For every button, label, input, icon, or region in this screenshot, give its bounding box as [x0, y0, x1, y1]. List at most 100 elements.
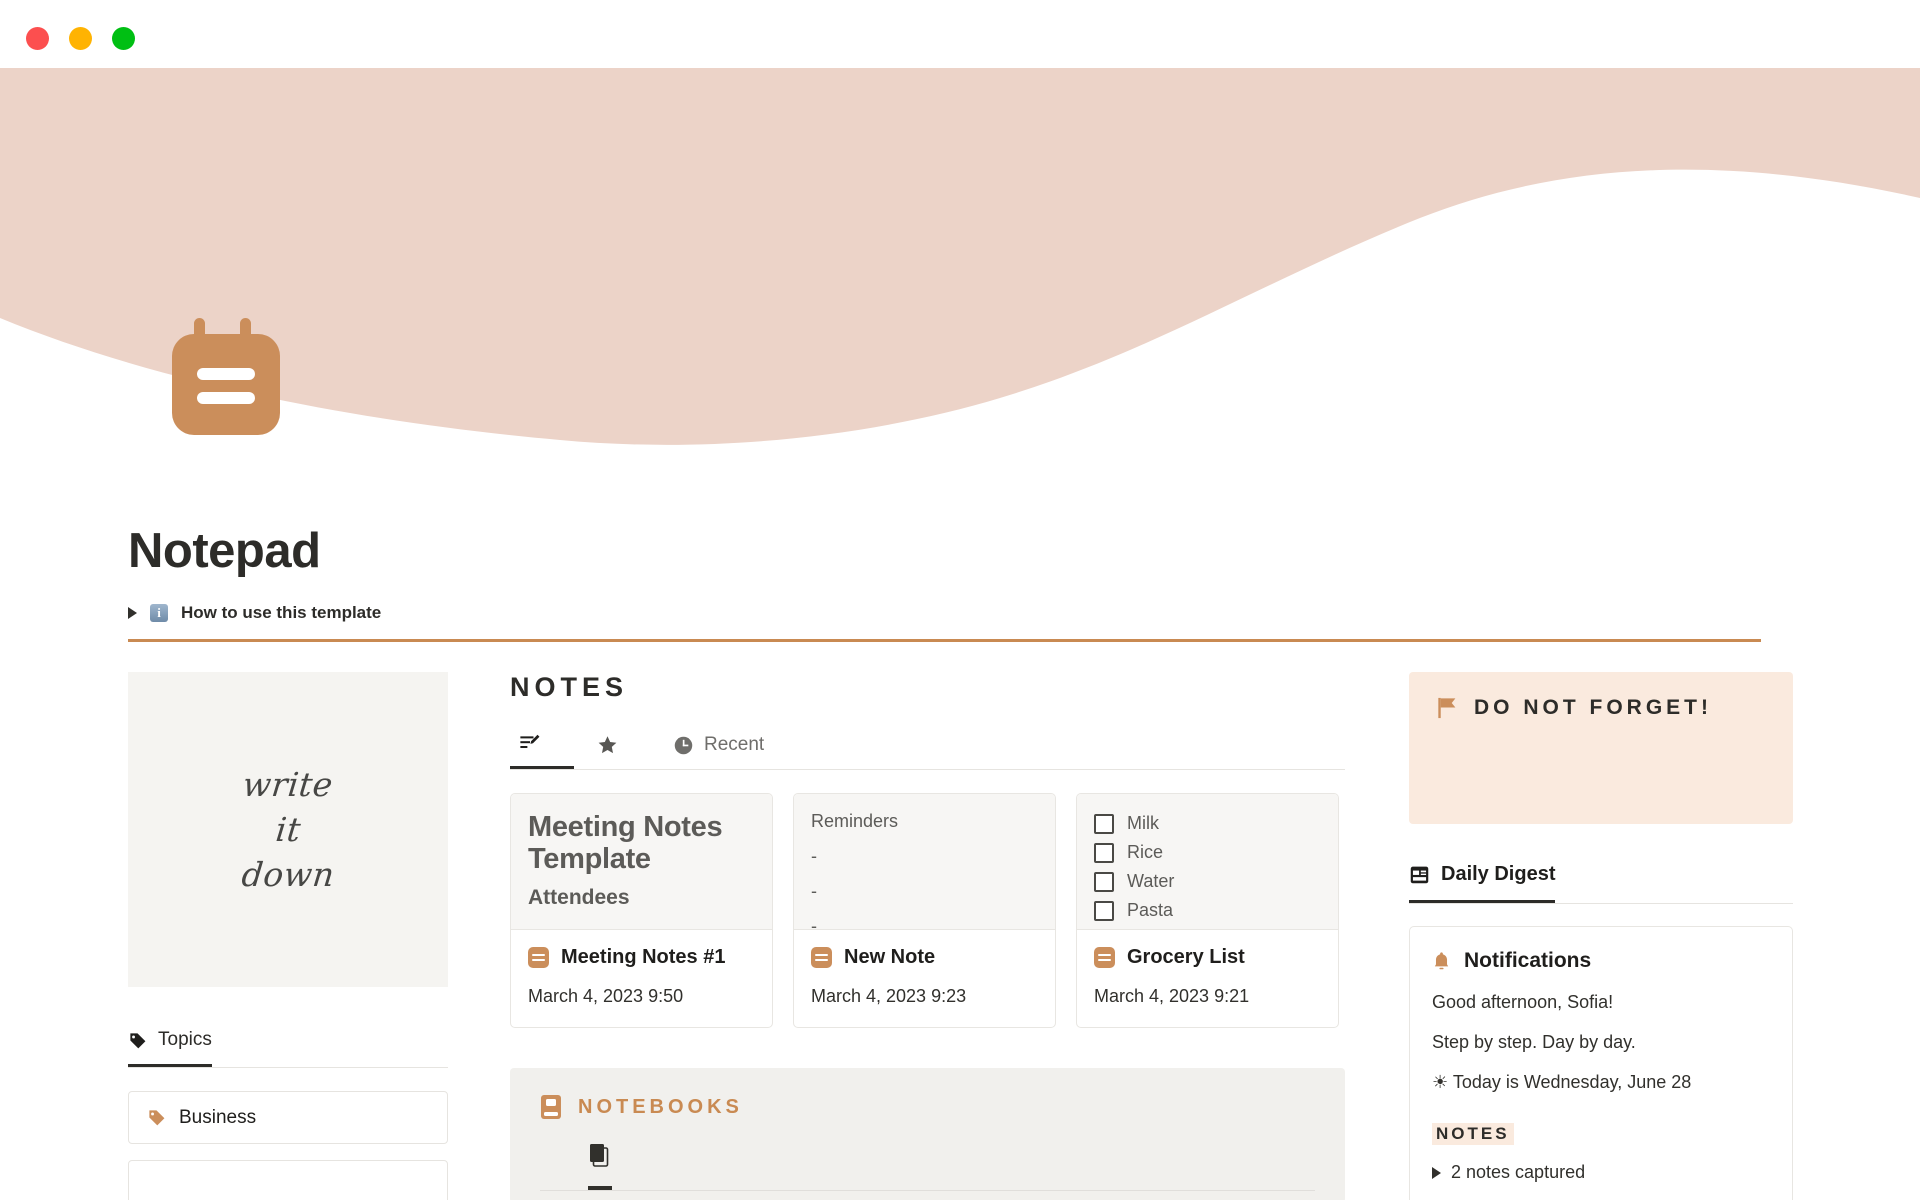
quote-line-1: write [241, 765, 335, 804]
how-to-use-label: How to use this template [181, 602, 382, 622]
note-footer: Grocery List March 4, 2023 9:21 [1077, 930, 1338, 1027]
note-title-row: New Note [811, 946, 1038, 969]
preview-subtitle: Attendees [528, 885, 630, 909]
notes-section-title: NOTES [510, 672, 629, 702]
app-window: Notepad i How to use this template write… [0, 0, 1920, 1200]
topics-tabbar: Topics [128, 1029, 448, 1068]
tab-recent[interactable]: Recent [651, 734, 786, 769]
window-titlebar [0, 0, 1920, 68]
minimize-button[interactable] [69, 27, 92, 50]
do-not-forget-title: DO NOT FORGET! [1474, 696, 1712, 719]
window-controls [26, 27, 135, 50]
notebooks-title: NOTEBOOKS [578, 1095, 743, 1118]
notes-captured-toggle[interactable]: 2 notes captured [1432, 1162, 1770, 1183]
topic-item-business[interactable]: Business [128, 1091, 448, 1144]
note-card[interactable]: Meeting Notes Template Attendees Meeting… [510, 793, 773, 1028]
preview-title: Meeting Notes Template [528, 811, 723, 876]
note-icon [811, 947, 832, 968]
do-not-forget-header: DO NOT FORGET! [1437, 696, 1765, 720]
note-card[interactable]: Reminders - - - New Note March 4, 2023 9… [793, 793, 1056, 1028]
hero-banner [0, 68, 1920, 498]
note-date: March 4, 2023 9:21 [1094, 986, 1250, 1006]
book-icon [541, 1095, 561, 1119]
preview-dash: - [811, 881, 817, 901]
checklist-item[interactable]: Rice [1094, 842, 1321, 863]
digest-tabbar: Daily Digest [1409, 863, 1793, 904]
calendar-icon [1410, 866, 1429, 884]
notebooks-icon [590, 1144, 609, 1167]
tab-daily-digest[interactable]: Daily Digest [1409, 863, 1556, 903]
note-title: Meeting Notes #1 [561, 946, 726, 968]
preview-title: Reminders [811, 811, 899, 831]
clock-icon [674, 736, 693, 754]
note-card[interactable]: Milk Rice Water Pasta Grocery List March… [1076, 793, 1339, 1028]
note-icon [528, 947, 549, 968]
preview-dash: - [811, 846, 817, 866]
maximize-button[interactable] [112, 27, 135, 50]
tab-recent-label: Recent [704, 734, 765, 755]
close-button[interactable] [26, 27, 49, 50]
notification-line: Good afternoon, Sofia! [1432, 992, 1614, 1012]
left-sidebar: write it down Topics Business [128, 672, 448, 1200]
note-footer: Meeting Notes #1 March 4, 2023 9:50 [511, 930, 772, 1027]
triangle-right-icon[interactable] [128, 606, 137, 619]
tab-all-notes[interactable] [510, 732, 574, 769]
note-footer: New Note March 4, 2023 9:23 [794, 930, 1055, 1027]
tab-all-notebooks[interactable] [588, 1143, 612, 1190]
digest-notes-label: NOTES [1432, 1123, 1514, 1145]
do-not-forget-panel: DO NOT FORGET! [1409, 672, 1793, 824]
tab-topics-label: Topics [158, 1029, 212, 1050]
right-sidebar: DO NOT FORGET! Daily Digest Notification… [1409, 672, 1793, 1200]
note-title-row: Meeting Notes #1 [528, 946, 755, 969]
checklist-label: Pasta [1127, 900, 1174, 920]
quote-line-3: down [239, 855, 337, 894]
information-icon: i [150, 603, 168, 622]
note-preview: Milk Rice Water Pasta [1077, 794, 1338, 930]
page-header: Notepad i How to use this template [128, 524, 1628, 623]
topic-label: Business [179, 1106, 257, 1128]
notebooks-tabbar [540, 1143, 1315, 1191]
notes-card-list: Meeting Notes Template Attendees Meeting… [510, 793, 1345, 1028]
preview-dash: - [811, 916, 817, 930]
how-to-use-toggle[interactable]: i How to use this template [128, 603, 1628, 623]
notifications-card: Notifications Good afternoon, Sofia! Ste… [1409, 926, 1793, 1200]
star-icon [598, 736, 617, 754]
page-title: Notepad [128, 524, 321, 578]
note-date: March 4, 2023 9:50 [528, 986, 684, 1006]
checkbox-icon[interactable] [1094, 813, 1114, 834]
notes-captured-label: 2 notes captured [1451, 1162, 1586, 1182]
notifications-title: Notifications [1464, 949, 1592, 972]
notification-line: ☀ Today is Wednesday, June 28 [1432, 1072, 1692, 1092]
checkbox-icon[interactable] [1094, 871, 1114, 892]
checkbox-icon[interactable] [1094, 842, 1114, 863]
checklist-item[interactable]: Pasta [1094, 900, 1321, 921]
note-title-row: Grocery List [1094, 946, 1321, 969]
flag-icon [1438, 697, 1456, 719]
note-preview: Reminders - - - [794, 794, 1055, 930]
topic-item-next[interactable] [128, 1160, 448, 1200]
notebooks-header: NOTEBOOKS [540, 1094, 1315, 1120]
notebooks-section: NOTEBOOKS [510, 1068, 1345, 1200]
note-title: New Note [844, 946, 936, 968]
bell-icon [1434, 951, 1449, 969]
tag-icon [148, 1110, 165, 1126]
note-preview: Meeting Notes Template Attendees [511, 794, 772, 930]
checklist-item[interactable]: Milk [1094, 813, 1321, 834]
notepad-icon [166, 312, 286, 437]
notifications-header: Notifications [1432, 949, 1770, 973]
checklist-item[interactable]: Water [1094, 871, 1321, 892]
tab-favorites[interactable] [574, 734, 651, 769]
quote-card: write it down [128, 672, 448, 987]
note-title: Grocery List [1127, 946, 1245, 968]
checklist-label: Water [1127, 871, 1175, 891]
header-divider [128, 639, 1761, 642]
triangle-right-icon[interactable] [1432, 1166, 1441, 1179]
notes-tabbar: Recent [510, 732, 1345, 770]
quote-line-2: it [273, 810, 303, 849]
checklist-label: Rice [1127, 842, 1164, 862]
notes-column: NOTES Recent Meeting Notes Template Atte… [510, 672, 1345, 1200]
checkbox-icon[interactable] [1094, 900, 1114, 921]
main-columns: write it down Topics Business NOTES Rece… [128, 672, 1793, 1200]
tab-topics[interactable]: Topics [128, 1029, 212, 1067]
tag-icon [129, 1032, 146, 1048]
